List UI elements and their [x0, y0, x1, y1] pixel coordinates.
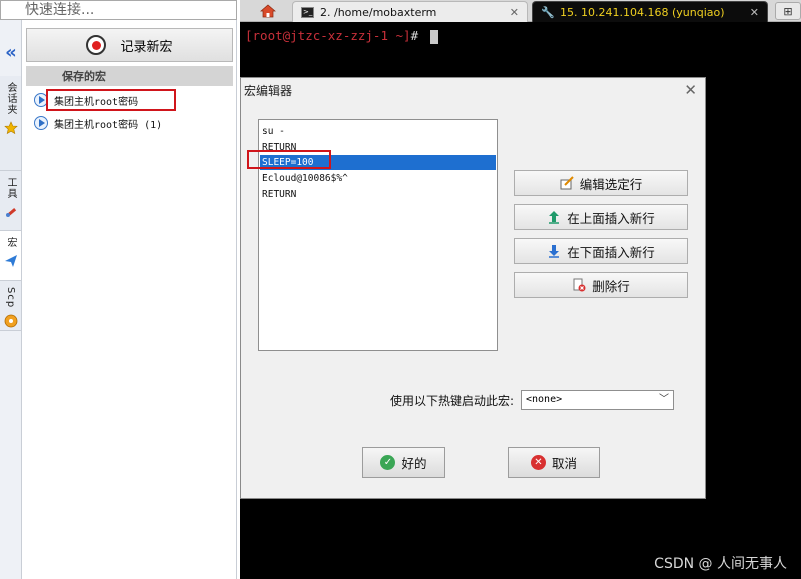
macro-line[interactable]: su - — [260, 124, 496, 139]
close-icon[interactable]: ✕ — [750, 6, 759, 19]
record-new-macro-button[interactable]: 记录新宏 — [26, 28, 233, 62]
saved-macros-header: 保存的宏 — [26, 66, 233, 86]
new-tab-button[interactable]: ⊞ — [775, 2, 801, 20]
highlight-box — [46, 89, 176, 111]
macro-line[interactable]: Ecloud@10086$%^ — [260, 171, 496, 186]
home-icon — [260, 4, 276, 18]
tab-sessions[interactable]: 会话夹 — [0, 76, 21, 171]
tab-label: 15. 10.241.104.168 (yunqiao) — [560, 5, 725, 19]
tab-scp-label: Scp — [5, 287, 16, 309]
hotkey-label: 使用以下热键启动此宏: — [390, 394, 515, 408]
highlight-box — [247, 150, 331, 169]
record-new-macro-label: 记录新宏 — [120, 39, 173, 55]
edit-line-button[interactable]: 编辑选定行 — [514, 170, 688, 196]
prompt-symbol: # — [410, 28, 419, 43]
arrow-up-icon — [547, 210, 561, 224]
hotkey-select[interactable]: <none> ﹀ — [521, 390, 674, 410]
terminal-icon: >_ — [301, 6, 314, 18]
delete-line-button[interactable]: 删除行 — [514, 272, 688, 298]
macro-item-label: 集团主机root密码 (1) — [54, 119, 163, 131]
chevron-down-icon: ﹀ — [659, 394, 669, 405]
hotkey-value: <none> — [526, 394, 563, 405]
tab-macros-label: 宏 — [5, 237, 16, 248]
insert-above-button[interactable]: 在上面插入新行 — [514, 204, 688, 230]
macro-item[interactable]: 集团主机root密码 (1) — [34, 113, 162, 133]
tab-label: 2. /home/mobaxterm — [320, 5, 437, 19]
delete-line-label: 删除行 — [592, 278, 630, 294]
terminal-cursor — [429, 29, 438, 44]
watermark: CSDN @ 人间无事人 — [654, 556, 787, 572]
quick-connect-input[interactable] — [1, 1, 236, 19]
terminal-prompt: [root@jtzc-xz-zzj-1 ~]# — [245, 28, 438, 44]
arrow-down-icon — [547, 244, 561, 258]
cancel-button[interactable]: ✕ 取消 — [508, 447, 600, 478]
tab-sessions-label: 会话夹 — [5, 82, 16, 115]
macro-editor-dialog: 宏编辑器 ✕ su - RETURN SLEEP=100 Ecloud@1008… — [240, 77, 706, 499]
collapse-panel-icon[interactable]: « — [0, 40, 22, 64]
play-icon[interactable] — [34, 116, 48, 130]
sftp-icon — [4, 314, 17, 328]
tab-ssh-session[interactable]: 🔧 15. 10.241.104.168 (yunqiao) ✕ — [532, 1, 768, 22]
key-icon: 🔧 — [541, 5, 555, 19]
ok-label: 好的 — [401, 456, 427, 471]
tab-scp[interactable]: Scp — [0, 281, 21, 331]
close-icon[interactable]: ✕ — [684, 81, 697, 99]
close-icon[interactable]: ✕ — [510, 6, 519, 19]
insert-above-label: 在上面插入新行 — [567, 210, 655, 226]
tools-icon — [5, 208, 16, 217]
record-icon — [86, 35, 107, 55]
tab-tools-label: 工具 — [5, 177, 16, 199]
edit-line-label: 编辑选定行 — [579, 176, 643, 192]
insert-below-label: 在下面插入新行 — [567, 244, 655, 260]
tab-tools[interactable]: 工具 — [0, 171, 21, 231]
paper-plane-icon — [4, 255, 17, 267]
macro-line[interactable]: RETURN — [260, 187, 496, 202]
tab-bar: >_ 2. /home/mobaxterm ✕ 🔧 15. 10.241.104… — [240, 0, 801, 22]
prompt-text: [root@jtzc-xz-zzj-1 ~] — [245, 28, 411, 43]
tab-local-terminal[interactable]: >_ 2. /home/mobaxterm ✕ — [292, 1, 528, 22]
tab-macros[interactable]: 宏 — [0, 231, 21, 281]
quick-connect-box[interactable] — [0, 0, 237, 20]
check-icon: ✓ — [380, 455, 396, 470]
ok-button[interactable]: ✓ 好的 — [362, 447, 445, 478]
insert-below-button[interactable]: 在下面插入新行 — [514, 238, 688, 264]
cancel-icon: ✕ — [530, 455, 546, 470]
edit-icon — [560, 176, 574, 190]
star-icon — [3, 121, 18, 135]
new-tab-icon: ⊞ — [783, 4, 793, 18]
dialog-title: 宏编辑器 — [244, 84, 293, 98]
delete-icon — [572, 278, 586, 292]
side-tab-strip: « 会话夹 工具 宏 Scp — [0, 20, 22, 579]
cancel-label: 取消 — [551, 456, 577, 471]
home-tab[interactable] — [254, 0, 282, 22]
